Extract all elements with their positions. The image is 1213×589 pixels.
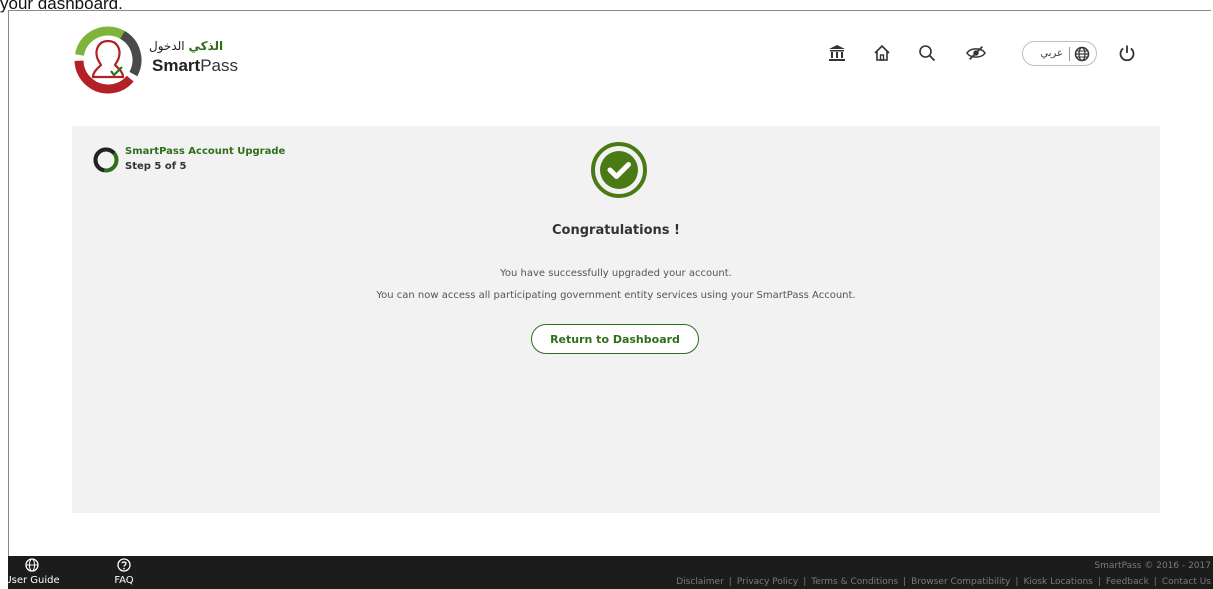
- user-guide-link[interactable]: User Guide: [2, 558, 62, 586]
- step-progress-icon: [93, 147, 119, 173]
- footer-links: Disclaimer | Privacy Policy | Terms & Condit…: [676, 577, 1211, 587]
- check-circle-icon: [591, 142, 647, 198]
- kiosk-locations-link[interactable]: Kiosk Locations: [1023, 577, 1092, 587]
- access-message: You can now access all participating gov…: [376, 290, 856, 301]
- globe-icon: [25, 558, 39, 572]
- search-icon[interactable]: [917, 43, 937, 63]
- footer: User Guide FAQ SmartPass © 2016 - 2017 D…: [4, 556, 1213, 589]
- faq-link[interactable]: FAQ: [94, 558, 154, 586]
- step-title: SmartPass Account Upgrade: [125, 146, 286, 157]
- copyright-text: SmartPass © 2016 - 2017: [1094, 561, 1211, 571]
- help-icon: [117, 558, 131, 572]
- accessibility-icon[interactable]: [966, 43, 986, 63]
- logo-name-rest: Pass: [200, 56, 238, 75]
- success-message: You have successfully upgraded your acco…: [500, 268, 732, 279]
- upgrade-panel: SmartPass Account Upgrade Step 5 of 5 Co…: [72, 126, 1160, 513]
- feedback-link[interactable]: Feedback: [1106, 577, 1149, 587]
- step-subtitle: Step 5 of 5: [125, 161, 187, 172]
- browser-compatibility-link[interactable]: Browser Compatibility: [911, 577, 1010, 587]
- power-icon[interactable]: [1117, 43, 1137, 63]
- logo-name: SmartPass: [152, 56, 238, 76]
- logo-arabic-bold: الذكي: [188, 39, 224, 53]
- return-to-dashboard-button[interactable]: Return to Dashboard: [531, 324, 699, 354]
- page-frame: الذكي الدخول SmartPass عربي SmartPass Ac…: [8, 10, 1211, 589]
- user-guide-label: User Guide: [4, 575, 60, 586]
- congratulations-heading: Congratulations !: [552, 223, 680, 238]
- faq-label: FAQ: [114, 575, 134, 586]
- logo-arabic-text: الذكي الدخول: [149, 39, 223, 53]
- language-separator: [1069, 46, 1070, 61]
- language-label: عربي: [1040, 48, 1063, 59]
- terms-conditions-link[interactable]: Terms & Conditions: [811, 577, 898, 587]
- home-icon[interactable]: [872, 43, 892, 63]
- globe-icon: [1074, 46, 1090, 62]
- logo-emblem-icon: [74, 26, 142, 94]
- government-icon[interactable]: [827, 43, 847, 63]
- language-toggle[interactable]: عربي: [1022, 41, 1097, 66]
- logo-arabic-prefix: الدخول: [149, 39, 185, 53]
- privacy-policy-link[interactable]: Privacy Policy: [737, 577, 798, 587]
- contact-us-link[interactable]: Contact Us: [1162, 577, 1211, 587]
- logo-name-bold: Smart: [152, 56, 201, 75]
- disclaimer-link[interactable]: Disclaimer: [676, 577, 724, 587]
